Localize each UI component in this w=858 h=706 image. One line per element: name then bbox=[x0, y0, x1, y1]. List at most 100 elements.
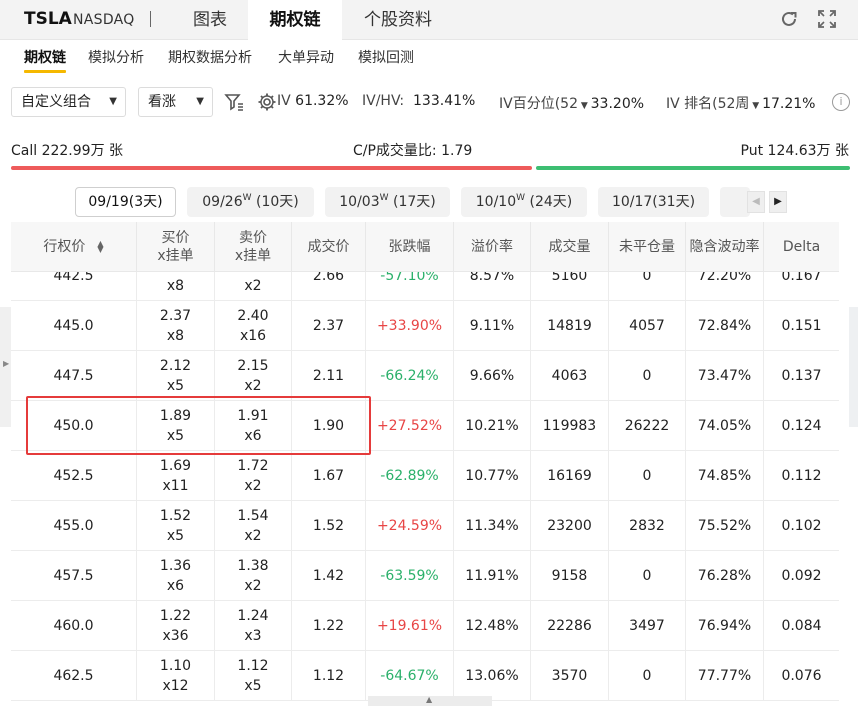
strike-cell: 452.5 bbox=[11, 451, 137, 501]
expiry-date: 10/10 bbox=[475, 194, 517, 210]
change-cell: -66.24% bbox=[366, 351, 454, 401]
table-row[interactable]: 445.0 2.37 x8 2.40 x16 2.37 +33.90% 9.11% 14819 4… bbox=[11, 301, 839, 351]
premium-cell: 12.48% bbox=[454, 601, 531, 651]
put-volume: Put 124.63万 张 bbox=[740, 143, 849, 159]
tab-chart[interactable]: 图表 bbox=[168, 0, 252, 40]
iv-cell: 77.77% bbox=[686, 651, 764, 701]
expiry-tab[interactable]: 10/10W (24天) bbox=[461, 187, 587, 217]
subtab-backtest[interactable]: 模拟回测 bbox=[358, 47, 414, 67]
scroll-right-icon[interactable]: ▶ bbox=[769, 191, 787, 213]
combo-select-value: 自定义组合 bbox=[21, 94, 91, 110]
price: 2.40 bbox=[237, 308, 269, 324]
order-size: x2 bbox=[244, 578, 262, 594]
price: 1.24 bbox=[237, 608, 269, 624]
info-icon[interactable]: i bbox=[832, 93, 850, 111]
delta-cell: 0.084 bbox=[781, 618, 822, 634]
delta-cell: 0.112 bbox=[781, 468, 822, 484]
price: 1.72 bbox=[237, 458, 269, 474]
expiry-date: 10/17 bbox=[611, 194, 653, 210]
ask-cell: 1.54 x2 bbox=[215, 501, 292, 551]
order-size: x5 bbox=[244, 678, 262, 694]
sub-tabs: 期权链 模拟分析 期权数据分析 大单异动 模拟回测 bbox=[0, 40, 858, 74]
last-price-cell: 1.42 bbox=[292, 551, 366, 601]
last-price-cell: 1.22 bbox=[292, 601, 366, 651]
change-cell: +33.90% bbox=[366, 301, 454, 351]
combo-select[interactable]: 自定义组合 ▼ bbox=[11, 87, 126, 117]
table-row[interactable]: 452.5 1.69 x11 1.72 x2 1.67 -62.89% 10.77% 16169… bbox=[11, 451, 839, 501]
subtab-option-chain[interactable]: 期权链 bbox=[24, 47, 66, 67]
expiry-tab[interactable]: 10/03W (17天) bbox=[325, 187, 450, 217]
expiry-tab[interactable]: 10/17(31天) bbox=[598, 187, 709, 217]
gear-icon[interactable] bbox=[257, 92, 277, 112]
price: 1.38 bbox=[237, 558, 269, 574]
subtab-simulation[interactable]: 模拟分析 bbox=[88, 47, 144, 67]
table-row[interactable]: 447.5 2.12 x5 2.15 x2 2.11 -66.24% 9.66% 4063 0 73… bbox=[11, 351, 839, 401]
delta-cell: 0.102 bbox=[781, 518, 822, 534]
table-row[interactable]: 457.5 1.36 x6 1.38 x2 1.42 -63.59% 11.91% 9158 0 7… bbox=[11, 551, 839, 601]
table-row[interactable]: 460.0 1.22 x36 1.24 x3 1.22 +19.61% 12.48% 22286… bbox=[11, 601, 839, 651]
expiry-tab[interactable]: 09/19(3天) bbox=[75, 187, 176, 217]
iv-percentile-label: IV百分位(52 bbox=[499, 96, 578, 112]
iv-metric: IV 61.32% bbox=[277, 93, 349, 109]
col-strike[interactable]: 行权价 ▲ ▼ bbox=[11, 222, 137, 272]
tab-option-chain[interactable]: 期权链 bbox=[248, 0, 342, 40]
ask-cell: 1.38 x2 bbox=[215, 551, 292, 601]
volume-cell: 119983 bbox=[531, 401, 609, 451]
table-row[interactable]: 462.5 1.10 x12 1.12 x5 1.12 -64.67% 13.06% 3570 0… bbox=[11, 651, 839, 701]
expiry-tab-partial[interactable] bbox=[720, 187, 750, 217]
iv-cell: 74.05% bbox=[686, 401, 764, 451]
change-cell: -63.59% bbox=[366, 551, 454, 601]
direction-select[interactable]: 看涨 ▼ bbox=[138, 87, 213, 117]
iv-rank-metric[interactable]: IV 排名(52周 ▼ 17.21% bbox=[666, 93, 815, 113]
caret-down-icon: ▼ bbox=[577, 101, 591, 111]
volume-cell: 14819 bbox=[531, 301, 609, 351]
ask-cell: 1.72 x2 bbox=[215, 451, 292, 501]
caret-down-icon: ▼ bbox=[196, 96, 204, 107]
sort-icon[interactable]: ▲ ▼ bbox=[97, 240, 103, 254]
order-size: x6 bbox=[166, 578, 185, 594]
volume-cell: 22286 bbox=[531, 601, 609, 651]
expand-icon[interactable] bbox=[817, 9, 837, 29]
bid-cell: 1.10 x12 bbox=[137, 651, 215, 701]
put-volume-bar bbox=[536, 166, 850, 170]
iv-percentile-metric[interactable]: IV百分位(52 ▼ 33.20% bbox=[499, 93, 644, 113]
price: 1.36 bbox=[159, 558, 192, 574]
col-ask-size-label: x挂单 bbox=[234, 248, 272, 264]
expiry-date: 09/19 bbox=[88, 194, 129, 210]
filter-icon[interactable] bbox=[224, 92, 244, 112]
order-size: x2 bbox=[244, 378, 262, 394]
strike-cell: 460.0 bbox=[11, 601, 137, 651]
subtab-block-trades[interactable]: 大单异动 bbox=[278, 47, 334, 67]
left-panel-handle[interactable]: ▶ bbox=[0, 307, 11, 427]
chevron-up-icon: ▲ bbox=[426, 695, 433, 704]
premium-cell: 11.34% bbox=[454, 501, 531, 551]
direction-select-value: 看涨 bbox=[148, 94, 176, 110]
iv-cell: 76.28% bbox=[686, 551, 764, 601]
right-panel-handle[interactable] bbox=[849, 307, 858, 427]
col-last: 成交价 bbox=[292, 222, 366, 272]
open-interest-cell: 4057 bbox=[609, 301, 686, 351]
weekly-tag: W bbox=[242, 193, 252, 203]
tab-stock-profile[interactable]: 个股资料 bbox=[346, 0, 450, 40]
col-open-interest: 未平仓量 bbox=[609, 222, 686, 272]
refresh-icon[interactable] bbox=[779, 9, 799, 29]
iv-rank-label: IV 排名(52周 bbox=[666, 96, 750, 112]
expiry-days: (3天) bbox=[128, 194, 163, 210]
weekly-tag: W bbox=[516, 193, 526, 203]
iv-hv-metric: IV/HV: 133.41% bbox=[362, 93, 475, 109]
expiry-date: 10/03 bbox=[339, 194, 380, 210]
expiry-tab[interactable]: 09/26W (10天) bbox=[187, 187, 314, 217]
weekly-tag: W bbox=[379, 193, 389, 203]
table-row[interactable]: 455.0 1.52 x5 1.54 x2 1.52 +24.59% 11.34% 23200 2… bbox=[11, 501, 839, 551]
caret-down-icon: ▼ bbox=[109, 96, 117, 107]
scroll-left-icon[interactable]: ◀ bbox=[747, 191, 765, 213]
order-size: x5 bbox=[166, 528, 185, 544]
iv-value: 61.32% bbox=[295, 93, 349, 109]
delta-cell: 0.137 bbox=[781, 368, 822, 384]
subtab-option-data-analysis[interactable]: 期权数据分析 bbox=[168, 47, 252, 67]
price: 1.22 bbox=[159, 608, 192, 624]
bottom-panel-handle[interactable]: ▲ bbox=[368, 695, 492, 706]
open-interest-cell: 0 bbox=[609, 551, 686, 601]
order-size: x12 bbox=[162, 678, 189, 694]
open-interest-cell: 2832 bbox=[609, 501, 686, 551]
